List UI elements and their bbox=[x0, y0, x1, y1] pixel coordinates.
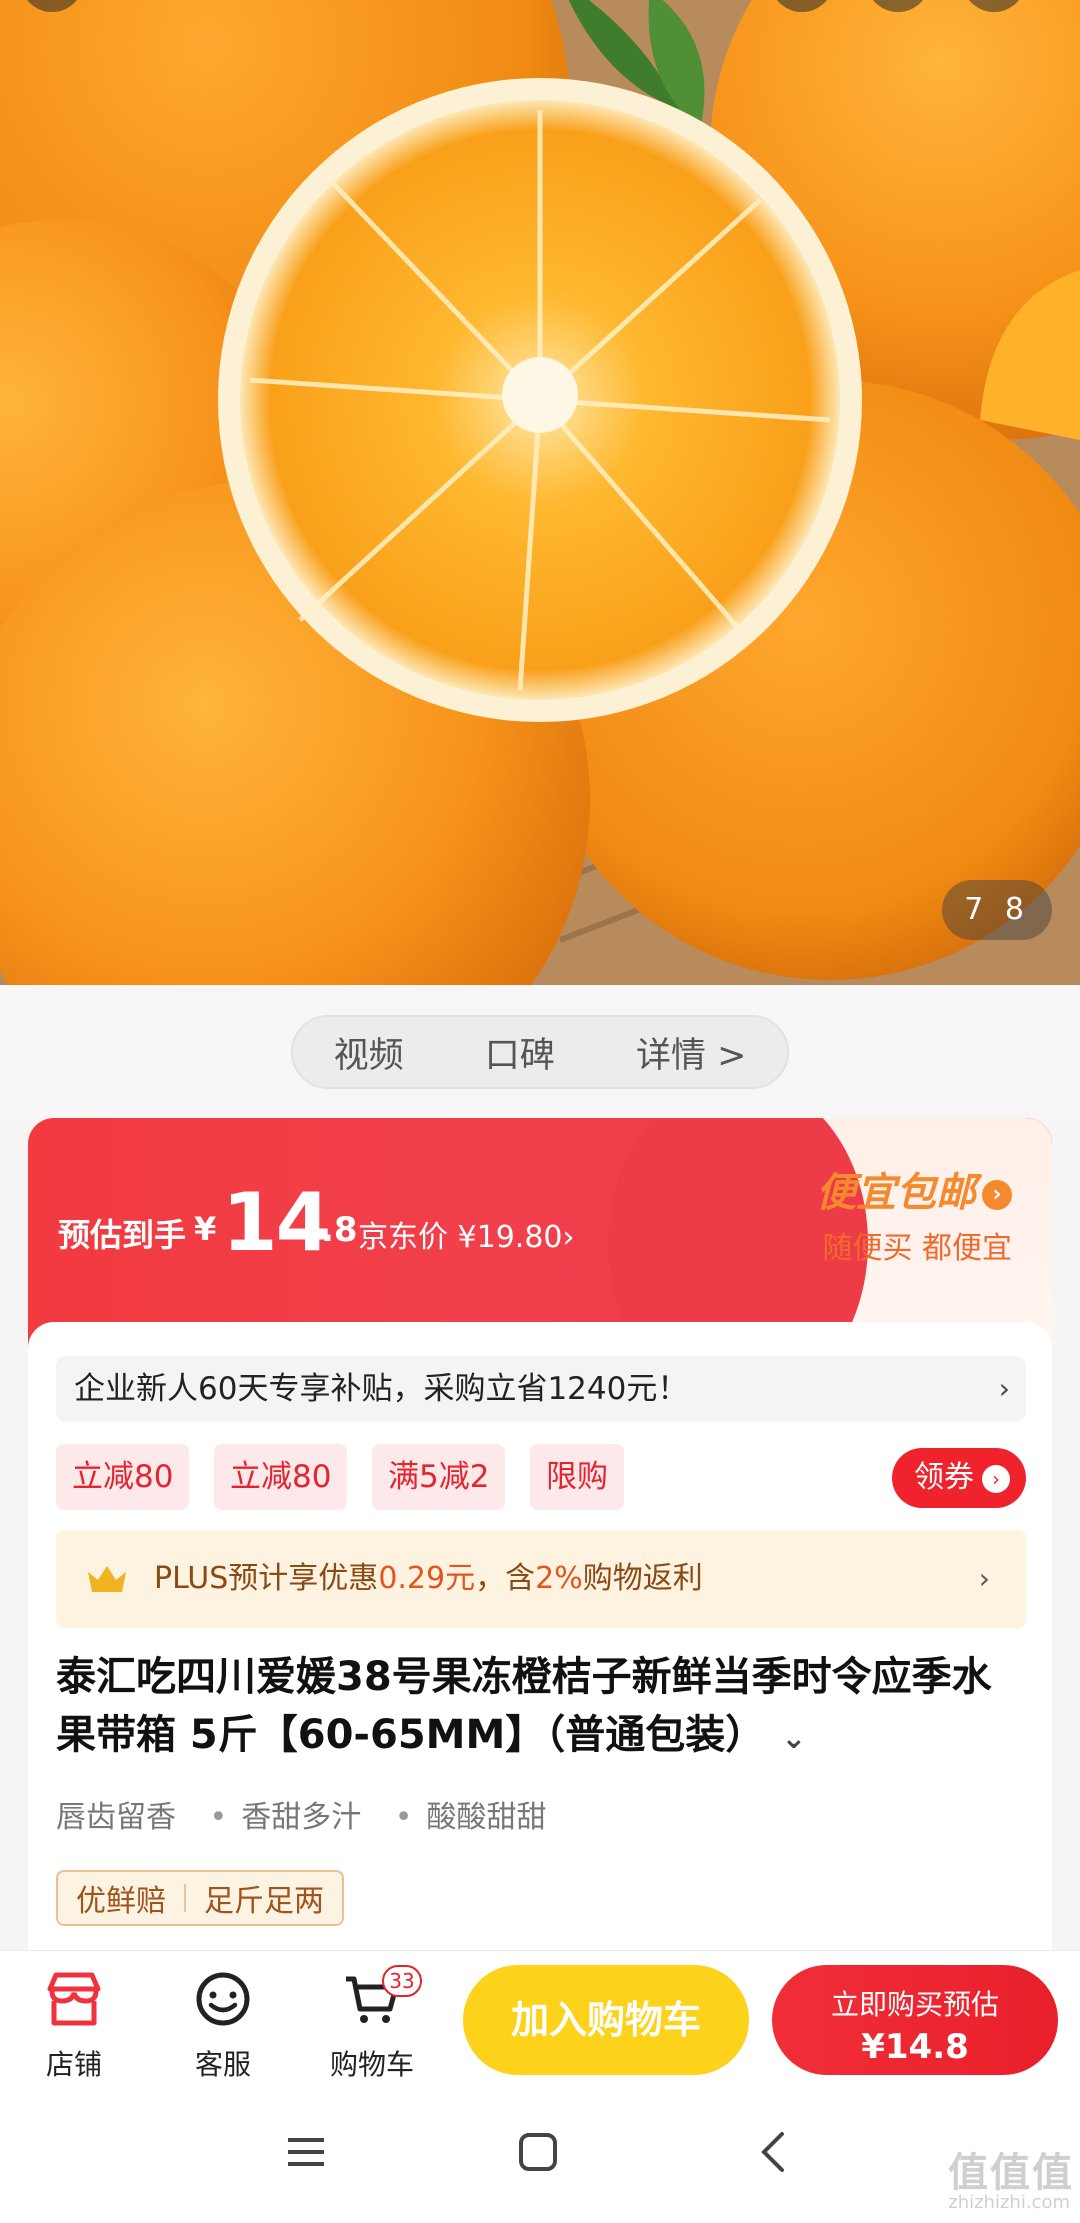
menu-icon[interactable] bbox=[284, 2130, 328, 2174]
chat-smile-icon bbox=[196, 1972, 250, 2026]
plus-member-bar[interactable]: PLUS预计享优惠0.29元，含2%购物返利 › bbox=[56, 1530, 1026, 1628]
chevron-down-icon[interactable]: ⌄ bbox=[781, 1721, 806, 1756]
cart-count-badge: 33 bbox=[382, 1965, 422, 1997]
product-info-card: 企业新人60天专享补贴，采购立省1240元！ › 立减80 立减80 满5减2 … bbox=[28, 1322, 1052, 1962]
feature-tag: 唇齿留香 bbox=[56, 1800, 176, 1835]
service-label: 客服 bbox=[194, 2048, 251, 2081]
store-label: 店铺 bbox=[45, 2048, 102, 2081]
media-tabs-area: 视频 口碑 详情 > bbox=[0, 985, 1080, 1120]
store-icon bbox=[47, 1972, 101, 2026]
service-badges[interactable]: 优鲜赔 足斤足两 bbox=[56, 1870, 344, 1926]
chevron-right-icon: › bbox=[982, 1464, 1010, 1493]
buy-now-button[interactable]: 立即购买预估 ¥14.8 bbox=[772, 1965, 1058, 2075]
get-coupon-button[interactable]: 领券 › bbox=[892, 1448, 1026, 1508]
service-badge: 足斤足两 bbox=[204, 1884, 324, 1919]
coupon-tag[interactable]: 立减80 bbox=[56, 1444, 190, 1510]
estimated-price-label: 预估到手 bbox=[58, 1216, 187, 1254]
back-icon[interactable] bbox=[752, 2130, 796, 2174]
system-navigation-bar bbox=[0, 2100, 1080, 2223]
service-badge: 优鲜赔 bbox=[76, 1884, 166, 1919]
tab-details[interactable]: 详情 > bbox=[626, 1027, 756, 1078]
buy-now-price: ¥14.8 bbox=[861, 2027, 969, 2067]
chevron-right-icon: › bbox=[978, 1562, 990, 1595]
enterprise-subsidy-bar[interactable]: 企业新人60天专享补贴，采购立省1240元！ › bbox=[56, 1356, 1026, 1422]
coupon-tag[interactable]: 满5减2 bbox=[372, 1444, 506, 1510]
tab-video[interactable]: 视频 bbox=[324, 1027, 414, 1078]
image-counter: 7 8 bbox=[942, 880, 1052, 940]
add-to-cart-button[interactable]: 加入购物车 bbox=[463, 1965, 749, 2075]
jd-price[interactable]: 京东价 ¥19.80› bbox=[358, 1212, 575, 1256]
customer-service-button[interactable]: 客服 bbox=[163, 1951, 283, 2101]
cart-label: 购物车 bbox=[329, 2048, 414, 2081]
orange-product-photo bbox=[0, 0, 1080, 985]
price-integer: 14 bbox=[222, 1176, 331, 1269]
more-icon[interactable] bbox=[962, 0, 1026, 12]
crown-icon bbox=[88, 1566, 126, 1592]
currency-symbol: ¥ bbox=[194, 1210, 217, 1248]
cart-button[interactable]: 33 购物车 bbox=[312, 1951, 432, 2101]
tab-reviews[interactable]: 口碑 bbox=[475, 1027, 565, 1078]
plus-discount-amount: 0.29元 bbox=[378, 1561, 476, 1596]
subsidy-text: 企业新人60天专享补贴，采购立省1240元！ bbox=[74, 1371, 689, 1407]
back-icon[interactable] bbox=[20, 0, 84, 12]
feature-tag: 香甜多汁 bbox=[241, 1800, 362, 1835]
home-icon[interactable] bbox=[516, 2130, 560, 2174]
watermark-url: zhizhizhi.com bbox=[948, 2192, 1070, 2213]
store-button[interactable]: 店铺 bbox=[14, 1951, 134, 2101]
feature-tag: 酸酸甜甜 bbox=[426, 1800, 547, 1835]
plus-rebate-rate: 2% bbox=[535, 1561, 583, 1596]
promo-subtitle: 随便买 都便宜 bbox=[822, 1231, 1012, 1266]
chevron-right-icon: › bbox=[982, 1180, 1012, 1210]
coupon-tag[interactable]: 立减80 bbox=[214, 1444, 348, 1510]
watermark: 值值值 bbox=[948, 2150, 1074, 2196]
share-icon[interactable] bbox=[770, 0, 834, 12]
price-decimal: .8 bbox=[321, 1210, 358, 1250]
media-tabs: 视频 口碑 详情 > bbox=[291, 1015, 789, 1089]
feature-tags: 唇齿留香 • 香甜多汁 • 酸酸甜甜 bbox=[56, 1800, 547, 1835]
top-toolbar bbox=[0, 0, 1080, 15]
buy-now-label: 立即购买预估 bbox=[830, 1988, 999, 2021]
product-image-carousel[interactable]: 7 8 bbox=[0, 0, 1080, 985]
coupon-row: 立减80 立减80 满5减2 限购 领券 › bbox=[56, 1444, 1026, 1510]
chevron-right-icon: › bbox=[998, 1372, 1010, 1405]
product-title[interactable]: 泰汇吃四川爱媛38号果冻橙桔子新鲜当季时令应季水果带箱 5斤【60-65MM】（… bbox=[56, 1648, 1016, 1768]
limit-tag[interactable]: 限购 bbox=[530, 1444, 624, 1510]
bottom-action-bar: 店铺 客服 33 购物车 加入购物车 立即购买预估 ¥14.8 bbox=[0, 1950, 1080, 2100]
promo-title[interactable]: 便宜包邮 › bbox=[816, 1160, 1012, 1218]
favorite-icon[interactable] bbox=[866, 0, 930, 12]
